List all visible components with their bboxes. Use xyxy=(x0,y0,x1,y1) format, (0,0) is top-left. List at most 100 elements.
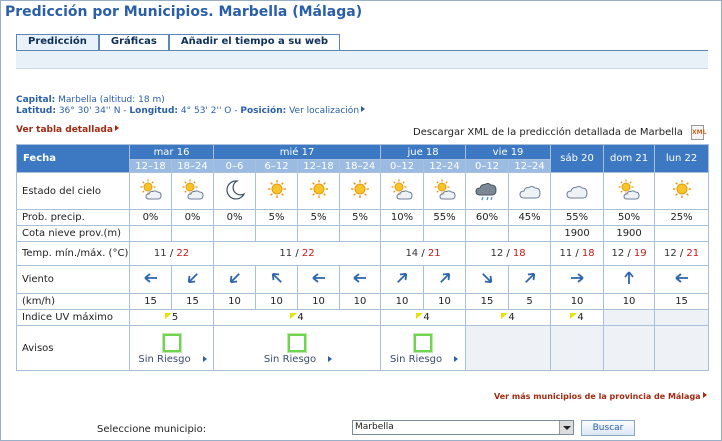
prob-cell: 45% xyxy=(508,209,552,226)
period-header: 6–12 xyxy=(255,159,299,173)
wind-arrow-icon xyxy=(227,270,243,286)
prob-cell: 0% xyxy=(170,209,215,226)
sky-cell xyxy=(550,172,605,210)
nieve-cell xyxy=(423,225,467,242)
wind-cell xyxy=(170,265,215,294)
nieve-cell xyxy=(508,225,552,242)
sky-cell xyxy=(380,172,425,210)
wind-cell xyxy=(508,265,552,294)
aviso-cell xyxy=(550,325,605,371)
wind-arrow-icon xyxy=(479,270,495,286)
period-header: 12–24 xyxy=(423,159,467,173)
wind-speed-cell: 10 xyxy=(423,293,467,310)
sky-cell xyxy=(465,172,510,210)
day-header: vie 19 xyxy=(465,144,552,160)
forecast-table: Fecha mar 16 mié 17 jue 18 vie 19 sáb 20… xyxy=(16,144,710,371)
wind-arrow-icon xyxy=(569,270,585,286)
ver-mas-municipios-link[interactable]: Ver más municipios de la provincia de Má… xyxy=(494,392,707,401)
sun-icon xyxy=(669,178,695,202)
day-header: dom 21 xyxy=(603,144,656,173)
wind-speed-cell: 10 xyxy=(213,293,257,310)
sun-cloud-icon xyxy=(616,178,642,202)
prob-cell: 55% xyxy=(423,209,467,226)
fecha-header: Fecha xyxy=(16,144,130,173)
aviso-green-box xyxy=(288,333,307,352)
period-header: 12–18 xyxy=(129,159,172,173)
row-label-estado: Estado del cielo xyxy=(16,172,130,210)
sky-cell xyxy=(129,172,172,210)
pos-label: Posición: xyxy=(240,106,287,116)
uv-cell: 4 xyxy=(465,309,552,326)
temp-cell: 12 / 18 xyxy=(465,241,552,266)
wind-speed-cell: 15 xyxy=(465,293,510,310)
lon-value: 4° 53' 2'' O - xyxy=(180,106,238,116)
tab-prediccion[interactable]: Predicción xyxy=(16,34,99,51)
sun-icon xyxy=(347,178,373,202)
aviso-cell xyxy=(465,325,552,371)
sun-icon xyxy=(306,178,332,202)
aviso-cell[interactable]: Sin Riesgo xyxy=(213,325,382,371)
prob-cell: 10% xyxy=(380,209,425,226)
nieve-cell xyxy=(213,225,257,242)
wind-cell xyxy=(213,265,257,294)
prob-cell: 0% xyxy=(213,209,257,226)
wind-speed-cell: 10 xyxy=(255,293,299,310)
buscar-button[interactable]: Buscar xyxy=(581,420,635,436)
ver-localizacion-link[interactable]: Ver localización xyxy=(289,106,366,116)
day-header: lun 22 xyxy=(654,144,710,173)
prob-cell: 5% xyxy=(297,209,341,226)
wind-cell xyxy=(129,265,172,294)
tab-graficas[interactable]: Gráficas xyxy=(98,34,169,51)
sky-cell xyxy=(170,172,215,210)
wind-cell xyxy=(550,265,605,294)
uv-flag-icon xyxy=(164,313,172,319)
wind-cell xyxy=(339,265,382,294)
period-header: 12–24 xyxy=(508,159,552,173)
wind-arrow-icon xyxy=(185,270,201,286)
aviso-green-box xyxy=(162,333,181,352)
chevron-down-icon[interactable] xyxy=(559,421,573,434)
aviso-cell[interactable]: Sin Riesgo xyxy=(380,325,467,371)
aviso-cell xyxy=(603,325,656,371)
temp-cell: 11 / 18 xyxy=(550,241,605,266)
row-label-viento: Viento xyxy=(16,265,130,294)
xml-download-link[interactable]: Descargar XML de la predicción detallada… xyxy=(413,127,683,138)
period-header: 0–12 xyxy=(465,159,510,173)
row-label-temp: Temp. mín./máx. (°C) xyxy=(16,241,130,266)
row-label-kmh: (km/h) xyxy=(16,293,130,310)
wind-arrow-icon xyxy=(437,270,453,286)
row-label-avisos: Avisos xyxy=(16,325,130,371)
lat-value: 36° 30' 34'' N - xyxy=(58,106,127,116)
aviso-cell xyxy=(654,325,710,371)
wind-speed-cell: 5 xyxy=(508,293,552,310)
wind-cell xyxy=(255,265,299,294)
sun-cloud-icon xyxy=(138,178,164,202)
municipio-select[interactable]: Marbella xyxy=(352,420,574,435)
capital-label: Capital: xyxy=(16,95,56,105)
selector-label: Seleccione municipio: xyxy=(97,424,207,435)
wind-arrow-icon xyxy=(621,270,637,286)
prob-cell: 55% xyxy=(550,209,605,226)
sky-cell xyxy=(508,172,552,210)
wind-arrow-icon xyxy=(352,270,368,286)
period-header: 18–24 xyxy=(170,159,215,173)
prob-cell: 5% xyxy=(255,209,299,226)
wind-cell xyxy=(380,265,425,294)
sky-cell xyxy=(603,172,656,210)
tab-anadir[interactable]: Añadir el tiempo a su web xyxy=(168,34,341,51)
day-header: sáb 20 xyxy=(550,144,605,173)
sky-cell xyxy=(654,172,710,210)
aviso-green-box xyxy=(414,333,433,352)
wind-speed-cell: 15 xyxy=(654,293,710,310)
xml-file-icon[interactable]: XML xyxy=(691,125,706,140)
tab-bar: Predicción Gráficas Añadir el tiempo a s… xyxy=(16,34,341,51)
ver-tabla-detallada-link[interactable]: Ver tabla detallada xyxy=(16,125,119,135)
wind-arrow-icon xyxy=(674,270,690,286)
wind-arrow-icon xyxy=(394,270,410,286)
wind-arrow-icon xyxy=(143,270,159,286)
temp-cell: 12 / 21 xyxy=(654,241,710,266)
aviso-cell[interactable]: Sin Riesgo xyxy=(128,325,215,371)
page-title: Predicción por Municipios. Marbella (Mál… xyxy=(5,4,363,20)
nieve-cell xyxy=(170,225,215,242)
nieve-cell: 1900 xyxy=(550,225,605,242)
